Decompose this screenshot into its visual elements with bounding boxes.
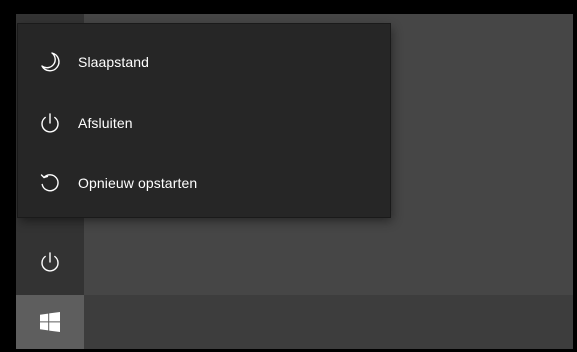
restart-icon (38, 171, 62, 195)
menu-item-restart[interactable]: Opnieuw opstarten (18, 155, 390, 211)
windows-logo-icon (40, 312, 60, 332)
restart-label: Opnieuw opstarten (78, 175, 198, 191)
power-options-menu: Slaapstand Afsluiten Opnieuw opstarten (18, 24, 390, 217)
power-icon (38, 111, 62, 135)
rail-power-button[interactable] (36, 248, 64, 276)
taskbar (16, 295, 573, 349)
menu-item-shutdown[interactable]: Afsluiten (18, 95, 390, 151)
menu-item-sleep[interactable]: Slaapstand (18, 34, 390, 90)
power-icon (39, 251, 61, 273)
sleep-label: Slaapstand (78, 54, 150, 70)
start-button[interactable] (16, 295, 84, 349)
moon-icon (38, 50, 62, 74)
shutdown-label: Afsluiten (78, 115, 133, 131)
